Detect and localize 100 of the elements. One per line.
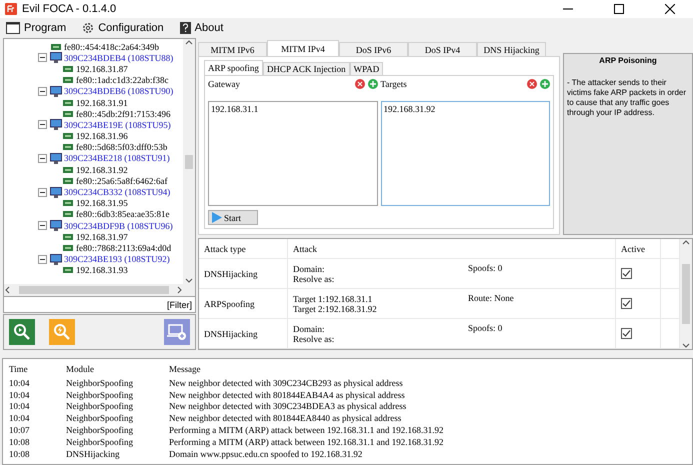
address-node[interactable]: fe80::1ad:c1d3:22ab:f38c (76, 75, 168, 86)
host-node[interactable]: 309C234BDEB6 (108STU90) (64, 86, 174, 96)
address-node[interactable]: fe80::454:418c:2a64:349b (64, 42, 159, 52)
address-node[interactable]: fe80::25a6:5a8f:6462:6af (76, 176, 168, 186)
collapse-icon[interactable] (38, 221, 47, 230)
tab[interactable]: MITM IPv6 (198, 42, 267, 56)
address-node[interactable]: fe80::5d68:5f03:dff0:53b (76, 142, 168, 152)
plus-icon (370, 81, 376, 87)
log-cell-text: 10:04 (9, 378, 31, 388)
host-node[interactable]: 309C234BE19E (108STU95) (64, 120, 171, 130)
caret-down-icon[interactable] (185, 278, 193, 284)
address-list[interactable]: 192.168.31.1 (208, 101, 378, 206)
collapse-icon[interactable] (38, 188, 47, 197)
subtab[interactable]: ARP spoofing (204, 60, 263, 75)
remove-button[interactable] (527, 79, 537, 89)
computer-icon (50, 186, 62, 198)
subtab[interactable]: WPAD (350, 62, 384, 75)
tab[interactable]: MITM IPv4 (267, 40, 339, 56)
add-computer-button[interactable] (164, 319, 190, 345)
active-checkbox[interactable] (621, 268, 632, 279)
table-cell: Resolve as: (293, 334, 334, 344)
subtab[interactable]: DHCP ACK Injection (262, 62, 350, 75)
tab[interactable]: DoS IPv6 (339, 42, 408, 56)
add-button[interactable] (368, 79, 378, 89)
gear-icon (82, 22, 94, 34)
log-cell-text: 10:08 (9, 448, 31, 459)
address-node[interactable]: fe80::7868:2113:69a4:d0d (76, 242, 172, 253)
check-icon (622, 269, 631, 278)
column-header: Active (621, 244, 645, 254)
collapse-icon[interactable] (38, 53, 47, 62)
list-label: Gateway (208, 79, 241, 89)
info-title: ARP Poisoning (598, 56, 658, 65)
table-cell: DNSHijacking (204, 268, 258, 278)
log-cell-text: Domain www.ppsuc.edu.cn spoofed to 192.168.31.92 (169, 448, 364, 459)
address-node[interactable]: fe80::45db:2f91:7153:496 (76, 108, 170, 119)
address-node[interactable]: 192.168.31.87 (76, 64, 128, 74)
scrollbar-thumb[interactable] (18, 286, 168, 294)
caret-left-icon[interactable] (4, 286, 12, 294)
address-node[interactable]: 192.168.31.97 (76, 232, 128, 242)
active-checkbox[interactable] (621, 328, 632, 339)
computer-icon (50, 86, 62, 97)
list-entry[interactable]: 192.168.31.92 (384, 104, 547, 114)
horizontal-scrollbar[interactable] (4, 284, 195, 296)
address-node[interactable]: 192.168.31.93 (76, 265, 128, 276)
column-header: Attack type (204, 244, 246, 254)
caret-down-icon[interactable] (682, 343, 690, 349)
vertical-scrollbar[interactable] (183, 39, 195, 284)
menu-item[interactable]: About (178, 22, 226, 34)
host-node[interactable]: 309C234BE218 (108STU91) (64, 153, 170, 164)
add-button[interactable] (540, 79, 550, 89)
scrollbar-thumb[interactable] (682, 264, 690, 324)
table-cell: Spoofs: 0 (468, 263, 502, 273)
host-node[interactable]: 309C234BE193 (108STU92) (64, 254, 170, 264)
computer-icon (50, 254, 62, 265)
address-node[interactable]: 192.168.31.95 (76, 198, 128, 208)
info-text: - The attacker sends to their victims fake ARP packets in order to cause that any traffic goes through your IP address. (567, 78, 688, 118)
filter-field[interactable]: [Filter] (3, 297, 196, 313)
network-card-icon (63, 267, 73, 274)
address-node[interactable]: fe80::6db3:85ea:ae35:81e (76, 209, 170, 220)
log-cell-text: 10:04 (9, 401, 31, 412)
caret-up-icon[interactable] (682, 239, 690, 245)
scrollbar-thumb[interactable] (185, 154, 193, 168)
search-button[interactable] (9, 319, 35, 345)
log-cell-text: Performing a MITM (ARP) attack between 192.168.31.1 and 192.168.31.92 (169, 425, 444, 436)
column-header: Attack (293, 244, 317, 254)
collapse-icon[interactable] (38, 254, 47, 264)
vertical-scrollbar[interactable] (680, 239, 692, 349)
table-cell: Spoofs: 0 (468, 323, 502, 333)
collapse-icon[interactable] (38, 86, 47, 96)
address-node[interactable]: 192.168.31.96 (76, 131, 128, 142)
log-cell-text: 10:04 (9, 390, 31, 400)
address-node[interactable]: 192.168.31.91 (76, 98, 128, 108)
caret-right-icon[interactable] (175, 286, 183, 294)
remove-button[interactable] (354, 79, 364, 89)
collapse-icon[interactable] (38, 120, 47, 130)
column-header: Message (169, 364, 202, 374)
address-node[interactable]: 192.168.31.92 (76, 164, 128, 175)
log-cell-text: 10:04 (9, 413, 31, 424)
tab[interactable]: DNS Hijacking (477, 42, 546, 56)
search-icon (13, 323, 31, 341)
list-entry[interactable]: 192.168.31.1 (211, 104, 374, 114)
active-checkbox[interactable] (621, 298, 632, 309)
menu-item[interactable]: Configuration (80, 22, 166, 34)
cross-icon (529, 81, 535, 87)
log-cell-text: New neighbor detected with 801844EAB4A4 as physical address (169, 390, 406, 400)
log-cell-text: 10:07 (9, 425, 31, 436)
log-cell-text: NeighborSpoofing (66, 436, 134, 447)
log-cell-text: New neighbor detected with 309C234CB293 as physical address (169, 378, 404, 388)
computer-icon (50, 119, 62, 130)
tab[interactable]: DoS IPv4 (408, 42, 477, 56)
host-node[interactable]: 309C234BDEB4 (108STU88) (64, 52, 174, 63)
host-node[interactable]: 309C234BDF9B (108STU96) (64, 220, 173, 231)
menu-item[interactable]: Program (4, 22, 68, 34)
collapse-icon[interactable] (38, 154, 47, 163)
check-icon (622, 299, 631, 308)
caret-up-icon[interactable] (185, 39, 193, 45)
host-node[interactable]: 309C234CB332 (108STU94) (64, 187, 170, 198)
start-button[interactable]: Start (208, 210, 258, 225)
window-icon (6, 22, 20, 34)
address-list[interactable]: 192.168.31.92 (380, 101, 550, 206)
